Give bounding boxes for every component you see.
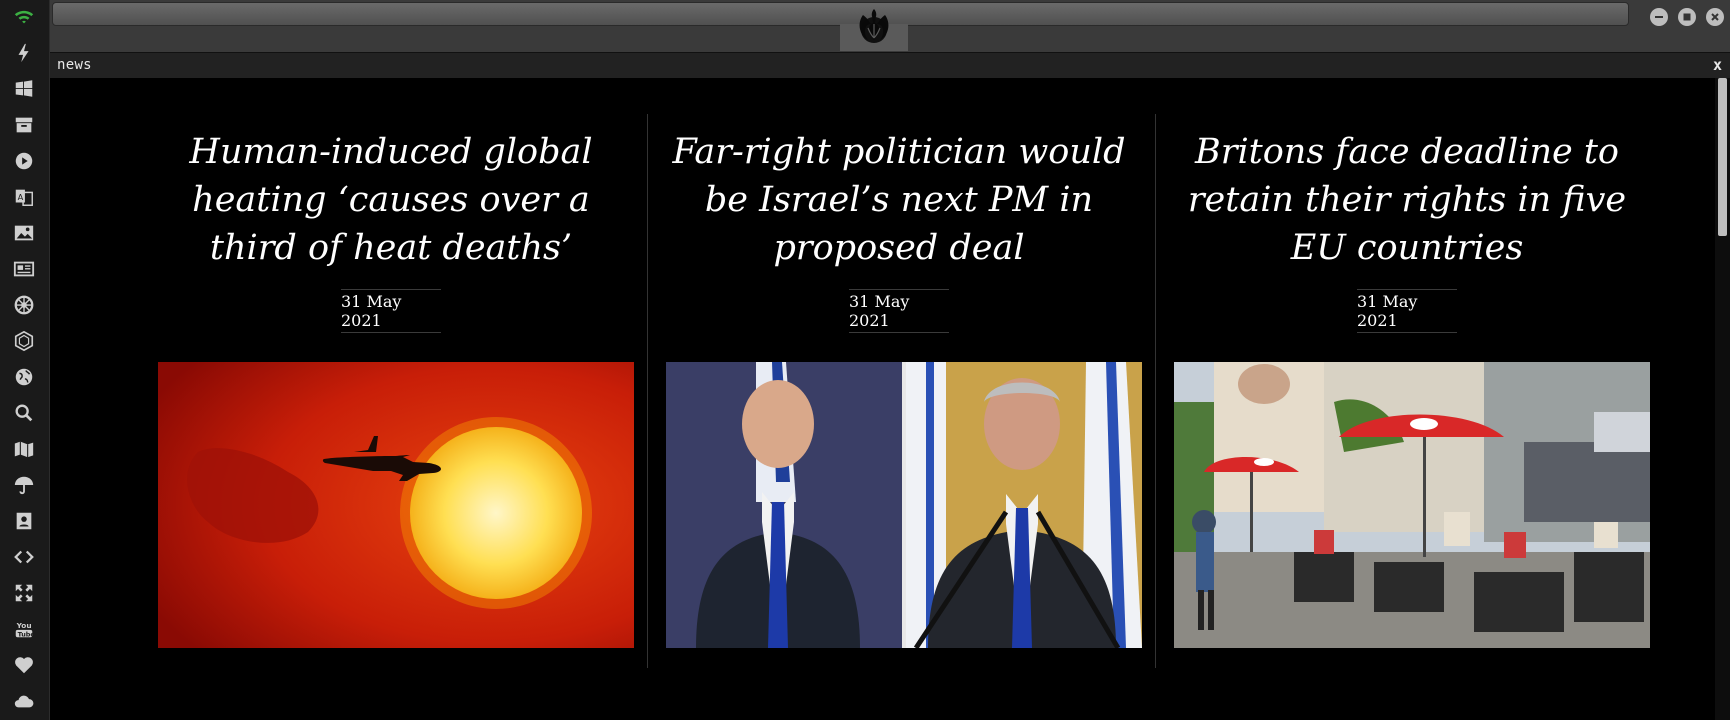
panel-close-button[interactable]: x [1713,56,1722,74]
search-icon[interactable] [11,400,37,426]
lightning-icon[interactable] [11,40,37,66]
image-icon[interactable] [11,220,37,246]
rebel-alliance-icon [859,9,889,43]
empire-icon[interactable] [11,292,37,318]
panel-title: news [57,57,92,73]
contacts-icon[interactable] [11,508,37,534]
globe-icon[interactable] [11,364,37,390]
article-card[interactable]: Human-induced global heating ‘causes ove… [152,78,634,668]
maximize-button[interactable] [1678,8,1696,26]
article-date: 31 May 2021 [1357,289,1457,333]
youtube-icon[interactable]: You Tube [11,616,37,642]
article-image[interactable] [1174,362,1650,648]
article-image[interactable] [666,362,1142,648]
column-divider [647,114,648,668]
article-date: 31 May 2021 [849,289,949,333]
vertical-scrollbar[interactable] [1715,78,1730,720]
wifi-icon[interactable] [11,4,37,30]
minimize-button[interactable] [1650,8,1668,26]
play-icon[interactable] [11,148,37,174]
translate-icon[interactable]: A [11,184,37,210]
title-bar [50,0,1730,52]
windows-icon[interactable] [11,76,37,102]
cloud-icon[interactable] [11,688,37,714]
newspaper-icon[interactable] [11,256,37,282]
article-headline[interactable]: Human-induced global heating ‘causes ove… [152,128,630,272]
expand-icon[interactable] [11,580,37,606]
hexagon-icon[interactable] [11,328,37,354]
umbrella-icon[interactable] [11,472,37,498]
column-divider [1155,114,1156,668]
article-card[interactable]: Britons face deadline to retain their ri… [1168,78,1650,668]
app-dock: A You Tube [0,0,50,720]
archive-icon[interactable] [11,112,37,138]
svg-text:You: You [16,621,32,630]
heart-icon[interactable] [11,652,37,678]
panel-header: news x [50,52,1730,78]
article-headline[interactable]: Britons face deadline to retain their ri… [1168,128,1646,272]
svg-text:Tube: Tube [18,630,35,638]
map-icon[interactable] [11,436,37,462]
scrollbar-thumb[interactable] [1718,78,1727,236]
close-window-button[interactable] [1706,8,1724,26]
code-icon[interactable] [11,544,37,570]
address-bar[interactable] [52,2,1629,26]
news-feed: Human-induced global heating ‘causes ove… [50,78,1715,720]
article-image[interactable] [158,362,634,648]
article-date: 31 May 2021 [341,289,441,333]
article-card[interactable]: Far-right politician would be Israel’s n… [660,78,1142,668]
article-headline[interactable]: Far-right politician would be Israel’s n… [660,128,1138,272]
svg-text:A: A [18,192,24,202]
